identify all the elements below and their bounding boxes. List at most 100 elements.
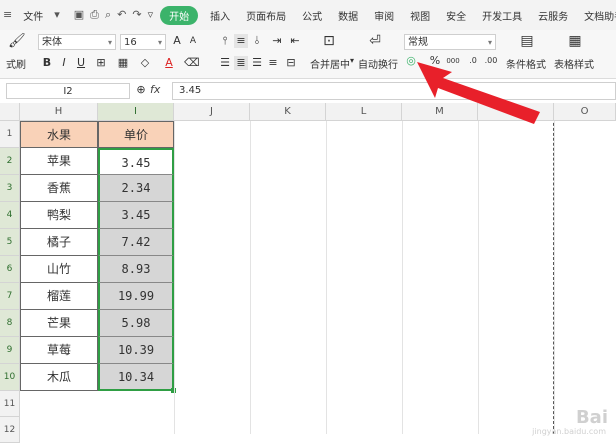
increase-font-icon[interactable]: A [170, 34, 184, 48]
font-color-icon[interactable]: A [162, 56, 176, 70]
font-name-select[interactable]: 宋体 ▾ [38, 34, 116, 50]
fill-color-icon[interactable]: ▦ [116, 56, 130, 70]
conditional-format-button[interactable]: 条件格式 [506, 56, 546, 71]
row-header[interactable]: 12 [0, 417, 20, 443]
eraser-icon[interactable]: ⌫ [184, 56, 200, 70]
price-cell[interactable]: 10.34 [98, 364, 174, 391]
justify-icon[interactable]: ≡ [266, 56, 280, 70]
row-header[interactable]: 1 [0, 121, 20, 148]
column-header[interactable]: H [20, 103, 98, 121]
tab-home[interactable]: 开始 [160, 5, 199, 25]
save-icon[interactable]: ▣ [74, 8, 84, 22]
zoom-icon[interactable]: ⊕ [134, 83, 148, 97]
column-header[interactable]: J [174, 103, 250, 121]
price-cell[interactable]: 3.45 [98, 202, 174, 229]
row-header[interactable]: 2 [0, 148, 20, 175]
underline-icon[interactable]: U [74, 56, 88, 70]
column-header[interactable]: O [554, 103, 616, 121]
fruit-name-cell[interactable]: 草莓 [20, 337, 98, 364]
chevron-down-icon[interactable]: ▾ [350, 56, 354, 65]
currency-icon[interactable]: ◎ [404, 54, 418, 68]
fruit-name-cell[interactable]: 山竹 [20, 256, 98, 283]
decrease-decimal-icon[interactable]: .00 [484, 54, 498, 68]
wrap-text-icon[interactable]: ⏎ [368, 34, 382, 48]
print-preview-icon[interactable]: ⌕ [105, 8, 111, 22]
row-header[interactable]: 9 [0, 337, 20, 364]
fruit-name-cell[interactable]: 芒果 [20, 310, 98, 337]
decrease-font-icon[interactable]: A [186, 34, 200, 48]
align-right-icon[interactable]: ☰ [250, 56, 264, 70]
fruit-name-cell[interactable]: 鸭梨 [20, 202, 98, 229]
formula-input[interactable]: 3.45 [172, 82, 616, 100]
price-cell[interactable]: 10.39 [98, 337, 174, 364]
price-cell[interactable]: 5.98 [98, 310, 174, 337]
fruit-name-cell[interactable]: 榴莲 [20, 283, 98, 310]
thousands-separator-button[interactable]: 000 [446, 54, 460, 68]
row-header[interactable]: 3 [0, 175, 20, 202]
row-header[interactable]: 4 [0, 202, 20, 229]
row-header[interactable]: 11 [0, 391, 20, 417]
function-icon[interactable]: fx [150, 83, 160, 96]
indent-icon[interactable]: ⇥ [270, 34, 284, 48]
align-bottom-icon[interactable]: ⫰ [250, 34, 264, 48]
tab-review[interactable]: 审阅 [366, 8, 402, 23]
table-header-cell[interactable]: 单价 [98, 121, 174, 148]
bucket-icon[interactable]: ◇ [138, 56, 152, 70]
percent-button[interactable]: % [428, 54, 442, 68]
price-cell[interactable]: 2.34 [98, 175, 174, 202]
price-cell[interactable]: 8.93 [98, 256, 174, 283]
undo-icon[interactable]: ↶ [117, 8, 126, 22]
column-header[interactable]: K [250, 103, 326, 121]
column-header[interactable]: N [478, 103, 554, 121]
tab-doc-assistant[interactable]: 文档助手 [576, 8, 616, 23]
table-style-button[interactable]: 表格样式 [554, 56, 594, 71]
print-icon[interactable]: ⎙ [90, 8, 99, 22]
menu-file[interactable]: 文件 [15, 8, 51, 23]
align-middle-icon[interactable]: ≡ [234, 34, 248, 48]
tab-insert[interactable]: 插入 [202, 8, 238, 23]
column-header[interactable]: M [402, 103, 478, 121]
align-top-icon[interactable]: ⫯ [218, 34, 232, 48]
tab-formulas[interactable]: 公式 [294, 8, 330, 23]
column-header[interactable]: L [326, 103, 402, 121]
chevron-down-icon[interactable]: ▾ [54, 8, 60, 22]
outdent-icon[interactable]: ⇤ [288, 34, 302, 48]
column-header[interactable]: I [98, 103, 174, 121]
format-painter-icon[interactable]: 🖌 [8, 34, 26, 48]
row-header[interactable]: 7 [0, 283, 20, 310]
fruit-name-cell[interactable]: 木瓜 [20, 364, 98, 391]
tab-view[interactable]: 视图 [402, 8, 438, 23]
table-style-icon[interactable]: ▦ [568, 34, 582, 48]
bold-icon[interactable]: B [40, 56, 54, 70]
price-cell[interactable]: 3.45 [98, 148, 174, 175]
spreadsheet-grid[interactable]: H I J K L M N O 1 水果 单价 2 苹果 3.45 3 香蕉 2.34 4 鸭梨 3.45 5 橘子 7.4… [0, 103, 616, 443]
number-format-select[interactable]: 常规 ▾ [404, 34, 496, 50]
row-header[interactable]: 5 [0, 229, 20, 256]
row-header[interactable]: 8 [0, 310, 20, 337]
conditional-format-icon[interactable]: ▤ [520, 34, 534, 48]
border-icon[interactable]: ⊞ [94, 56, 108, 70]
increase-decimal-icon[interactable]: .0 [466, 54, 480, 68]
tab-developer[interactable]: 开发工具 [474, 8, 530, 23]
row-header[interactable]: 6 [0, 256, 20, 283]
align-center-icon[interactable]: ≣ [234, 56, 248, 70]
quick-access-dropdown-icon[interactable]: ▿ [148, 8, 154, 22]
align-left-icon[interactable]: ☰ [218, 56, 232, 70]
distributed-icon[interactable]: ⊟ [284, 56, 298, 70]
italic-icon[interactable]: I [57, 56, 71, 70]
row-header[interactable]: 10 [0, 364, 20, 391]
select-all-corner[interactable] [0, 103, 20, 121]
tab-cloud[interactable]: 云服务 [530, 8, 576, 23]
fruit-name-cell[interactable]: 香蕉 [20, 175, 98, 202]
tab-data[interactable]: 数据 [330, 8, 366, 23]
name-box[interactable]: I2 [6, 83, 130, 99]
format-painter-label[interactable]: 式刷 [6, 56, 26, 71]
font-size-select[interactable]: 16 ▾ [120, 34, 166, 50]
fruit-name-cell[interactable]: 橘子 [20, 229, 98, 256]
tab-security[interactable]: 安全 [438, 8, 474, 23]
tab-page-layout[interactable]: 页面布局 [238, 8, 294, 23]
table-header-cell[interactable]: 水果 [20, 121, 98, 148]
wrap-text-button[interactable]: 自动换行 [358, 56, 398, 71]
price-cell[interactable]: 19.99 [98, 283, 174, 310]
merge-center-icon[interactable]: ⊡ [322, 34, 336, 48]
